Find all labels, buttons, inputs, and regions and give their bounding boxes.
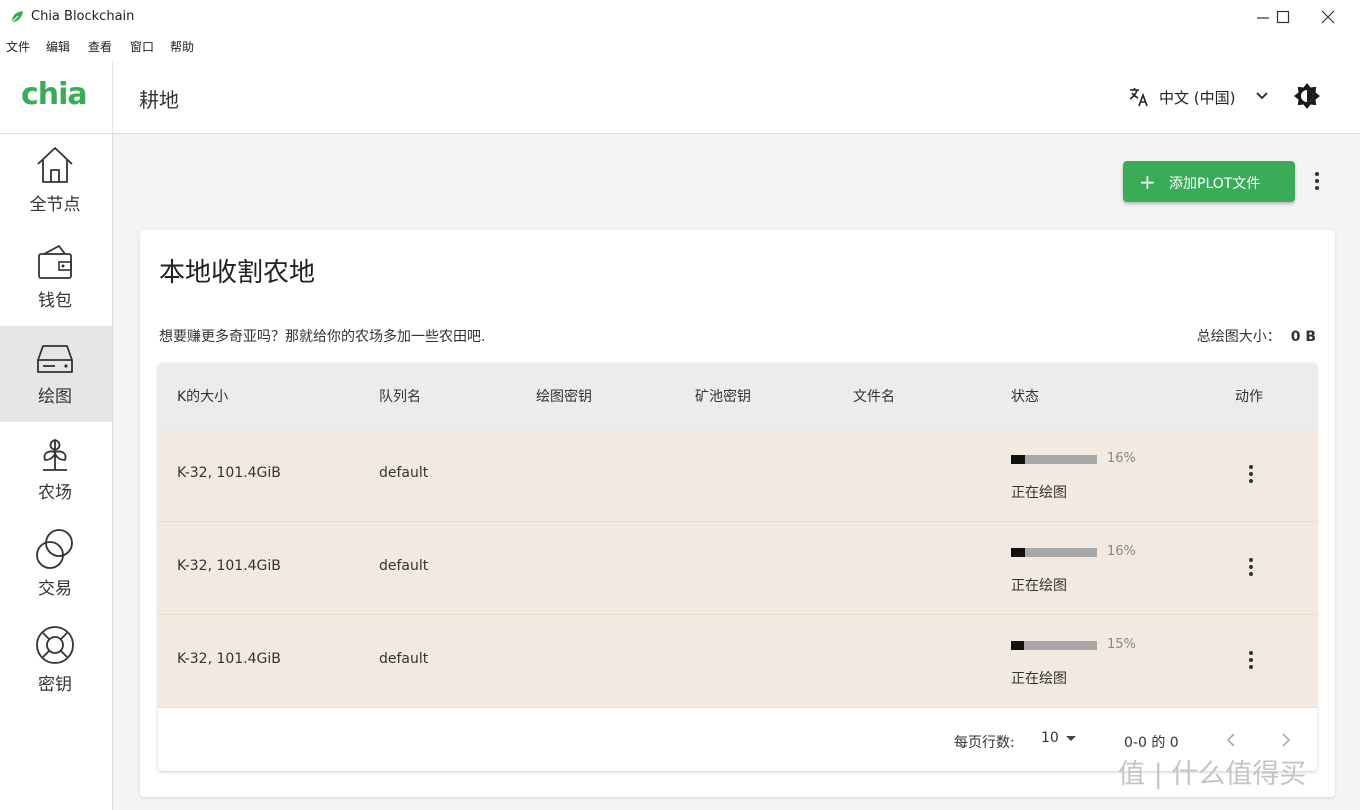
window-title: Chia Blockchain bbox=[31, 9, 135, 24]
cell-k-size: K-32, 101.4GiB bbox=[177, 651, 281, 667]
cell-queue: default bbox=[379, 465, 429, 481]
close-icon bbox=[1321, 10, 1335, 24]
sidebar-item-wallet[interactable]: 钱包 bbox=[0, 230, 112, 326]
total-plot-size: 总绘图大小： 0 B bbox=[1197, 326, 1316, 346]
cell-k-size: K-32, 101.4GiB bbox=[177, 465, 281, 481]
lifebuoy-icon bbox=[36, 626, 74, 664]
trade-circles-icon bbox=[36, 529, 73, 569]
progress-fill bbox=[1011, 641, 1024, 650]
chia-leaf-icon bbox=[11, 11, 23, 23]
progress-percent: 16% bbox=[1107, 451, 1136, 466]
column-header-filename[interactable]: 文件名 bbox=[853, 386, 895, 406]
dropdown-arrow-icon bbox=[1066, 736, 1076, 741]
status-text: 正在绘图 bbox=[1011, 578, 1067, 594]
window-titlebar: Chia Blockchain bbox=[0, 0, 1360, 34]
chia-logo: chia bbox=[21, 77, 88, 112]
brightness-icon bbox=[1294, 83, 1320, 109]
language-label: 中文 (中国) bbox=[1159, 89, 1236, 107]
wallet-icon bbox=[38, 244, 72, 279]
menu-file[interactable]: 文件 bbox=[6, 38, 30, 55]
table-row: K-32, 101.4GiB default 16% 正在绘图 bbox=[158, 522, 1317, 615]
pagination-range: 0-0 的 0 bbox=[1124, 735, 1179, 751]
sidebar-item-label: 交易 bbox=[38, 579, 72, 599]
sidebar-item-plots[interactable]: 绘图 bbox=[0, 326, 112, 422]
maximize-button[interactable] bbox=[1263, 4, 1303, 30]
plus-icon: + bbox=[1139, 170, 1156, 194]
cell-queue: default bbox=[379, 651, 429, 667]
column-header-k-size[interactable]: K的大小 bbox=[177, 386, 228, 406]
sidebar: 全节点 钱包 绘图 农场 交易 密钥 bbox=[0, 134, 113, 810]
page-title: 耕地 bbox=[139, 88, 179, 112]
sidebar-item-label: 钱包 bbox=[38, 291, 72, 311]
total-size-value: 0 B bbox=[1290, 329, 1316, 345]
cell-k-size: K-32, 101.4GiB bbox=[177, 558, 281, 574]
plots-table: K的大小 队列名 绘图密钥 矿池密钥 文件名 状态 动作 K-32, 101.4… bbox=[158, 363, 1317, 771]
column-header-queue[interactable]: 队列名 bbox=[379, 386, 421, 406]
progress-fill bbox=[1011, 455, 1025, 464]
translate-icon bbox=[1129, 88, 1148, 107]
home-icon bbox=[37, 147, 73, 183]
plot-progress-bar bbox=[1011, 455, 1097, 464]
close-button[interactable] bbox=[1308, 4, 1348, 30]
plot-drive-icon bbox=[37, 345, 73, 373]
row-actions-button[interactable] bbox=[1241, 463, 1261, 487]
rows-per-page-label: 每页行数: bbox=[954, 735, 1015, 751]
maximize-icon bbox=[1276, 10, 1290, 24]
theme-toggle-button[interactable] bbox=[1294, 83, 1320, 113]
menu-view[interactable]: 查看 bbox=[88, 38, 112, 55]
table-row: K-32, 101.4GiB default 16% 正在绘图 bbox=[158, 429, 1317, 522]
status-text: 正在绘图 bbox=[1011, 485, 1067, 501]
local-harvester-card: 本地收割农地 想要赚更多奇亚吗？那就给你的农场多加一些农田吧. 总绘图大小： 0 … bbox=[140, 230, 1335, 797]
sidebar-item-label: 密钥 bbox=[38, 675, 72, 695]
status-text: 正在绘图 bbox=[1011, 671, 1067, 687]
chevron-down-icon bbox=[1256, 92, 1268, 100]
card-title: 本地收割农地 bbox=[159, 258, 316, 288]
progress-fill bbox=[1011, 548, 1025, 557]
table-row: K-32, 101.4GiB default 15% 正在绘图 bbox=[158, 615, 1317, 708]
column-header-status[interactable]: 状态 bbox=[1011, 386, 1039, 406]
column-header-actions: 动作 bbox=[1235, 389, 1263, 405]
cell-queue: default bbox=[379, 558, 429, 574]
plot-progress-bar bbox=[1011, 641, 1097, 650]
menu-window[interactable]: 窗口 bbox=[130, 38, 154, 55]
plant-icon bbox=[43, 439, 67, 471]
add-plot-label: 添加PLOT文件 bbox=[1169, 176, 1261, 192]
sidebar-item-label: 全节点 bbox=[29, 195, 81, 215]
chevron-right-icon bbox=[1282, 733, 1291, 747]
app-header: chia 耕地 中文 (中国) bbox=[0, 60, 1360, 134]
row-actions-button[interactable] bbox=[1241, 556, 1261, 580]
table-header: K的大小 队列名 绘图密钥 矿池密钥 文件名 状态 动作 bbox=[158, 363, 1317, 430]
rows-per-page-value: 10 bbox=[1041, 730, 1059, 746]
more-vertical-icon bbox=[1249, 465, 1253, 483]
more-vertical-icon bbox=[1249, 651, 1253, 669]
add-plot-button[interactable]: + 添加PLOT文件 bbox=[1123, 161, 1295, 202]
plot-progress-bar bbox=[1011, 548, 1097, 557]
sidebar-item-keys[interactable]: 密钥 bbox=[0, 614, 112, 710]
progress-percent: 15% bbox=[1107, 637, 1136, 652]
more-vertical-icon bbox=[1249, 558, 1253, 576]
more-vertical-icon bbox=[1315, 172, 1319, 190]
column-header-pool-key[interactable]: 矿池密钥 bbox=[695, 386, 751, 406]
watermark: 值 | 什么值得买 bbox=[1118, 759, 1307, 790]
rows-per-page-select[interactable]: 10 bbox=[1041, 730, 1076, 746]
more-options-button[interactable] bbox=[1307, 170, 1327, 194]
row-actions-button[interactable] bbox=[1241, 649, 1261, 673]
sidebar-item-trade[interactable]: 交易 bbox=[0, 518, 112, 614]
sidebar-item-label: 绘图 bbox=[38, 387, 72, 407]
sidebar-item-farm[interactable]: 农场 bbox=[0, 422, 112, 518]
chevron-left-icon bbox=[1226, 733, 1235, 747]
sidebar-item-label: 农场 bbox=[38, 483, 72, 503]
total-size-label: 总绘图大小： bbox=[1196, 329, 1281, 345]
menu-help[interactable]: 帮助 bbox=[170, 38, 194, 55]
menu-bar: 文件 编辑 查看 窗口 帮助 bbox=[0, 34, 1360, 60]
sidebar-item-full-node[interactable]: 全节点 bbox=[0, 134, 112, 230]
logo-divider bbox=[112, 60, 113, 133]
card-description: 想要赚更多奇亚吗？那就给你的农场多加一些农田吧. bbox=[159, 329, 486, 345]
column-header-plot-key[interactable]: 绘图密钥 bbox=[536, 386, 592, 406]
menu-edit[interactable]: 编辑 bbox=[46, 38, 70, 55]
progress-percent: 16% bbox=[1107, 544, 1136, 559]
